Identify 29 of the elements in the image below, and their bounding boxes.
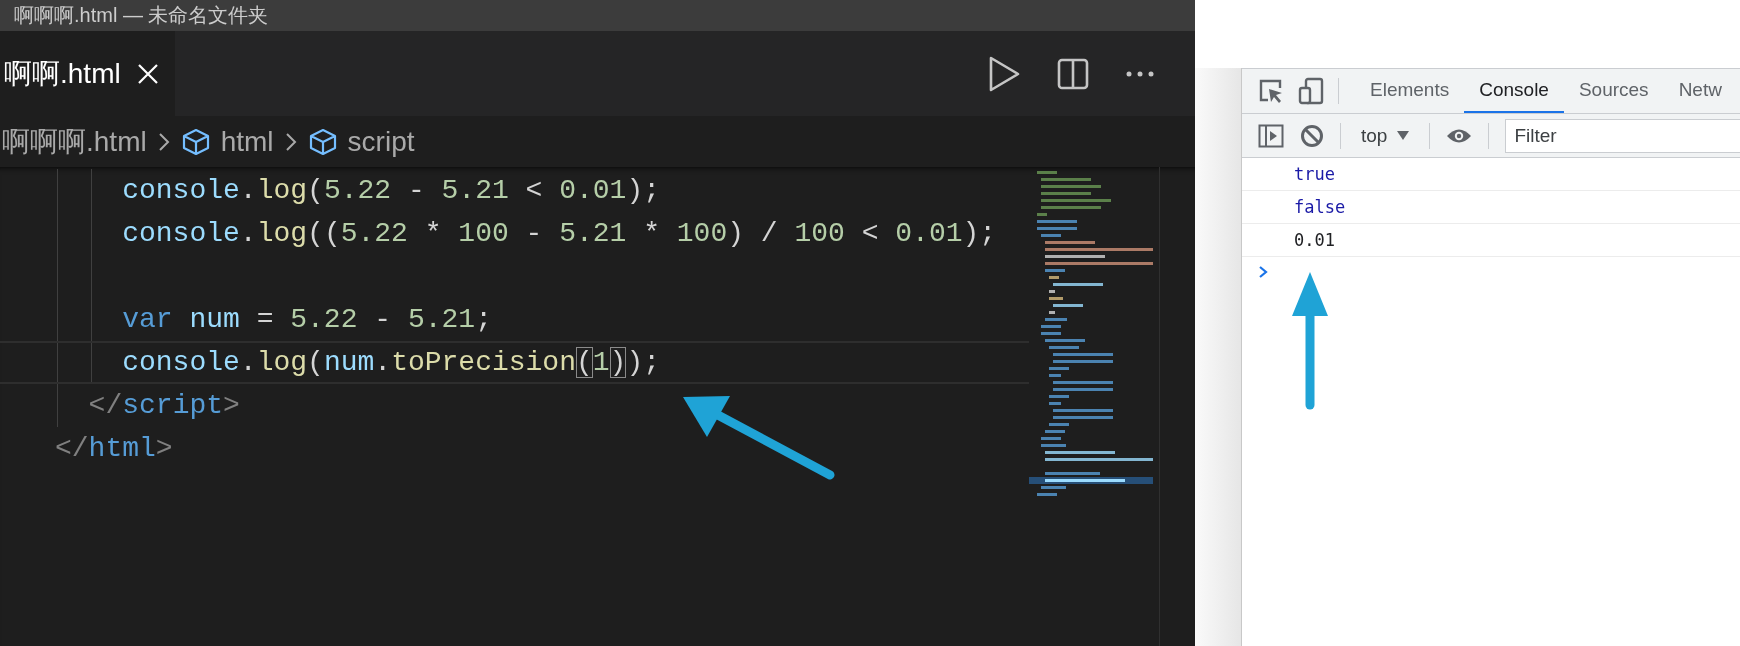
console-message: true: [1242, 158, 1740, 191]
console-message: 0.01: [1242, 224, 1740, 257]
chevron-icon: [283, 130, 298, 153]
split-editor-icon[interactable]: [1057, 57, 1089, 90]
editor-tab[interactable]: 啊啊.html: [0, 31, 175, 116]
cube-icon: [180, 126, 211, 157]
device-icon[interactable]: [1298, 77, 1324, 105]
breadcrumb-item[interactable]: 啊啊啊.html: [2, 122, 147, 161]
devtools-tab[interactable]: Elements: [1355, 69, 1465, 113]
clear-icon[interactable]: [1300, 123, 1324, 148]
run-icon[interactable]: [987, 54, 1021, 93]
console-message: false: [1242, 191, 1740, 224]
devtools-tab[interactable]: Sources: [1563, 69, 1664, 113]
prompt-chevron-icon[interactable]: [1258, 265, 1268, 279]
code-line: </html>: [54, 432, 173, 466]
breadcrumb-item[interactable]: html: [220, 125, 274, 158]
devtools-tab[interactable]: Netw: [1663, 69, 1737, 113]
filter-field[interactable]: Filter: [1505, 118, 1740, 153]
inspect-icon[interactable]: [1258, 78, 1284, 104]
chevron-icon: [156, 130, 171, 153]
breadcrumb-item[interactable]: script: [347, 125, 415, 158]
cube-icon: [307, 126, 338, 157]
context-selector[interactable]: top: [1357, 124, 1414, 147]
window-title: 啊啊啊.html — 未命名文件夹: [14, 3, 269, 28]
eye-icon[interactable]: [1446, 127, 1473, 144]
more-icon[interactable]: [1125, 69, 1155, 78]
close-icon[interactable]: [136, 62, 159, 85]
caret-icon: [1397, 131, 1410, 140]
sidebar-icon[interactable]: [1258, 123, 1284, 148]
